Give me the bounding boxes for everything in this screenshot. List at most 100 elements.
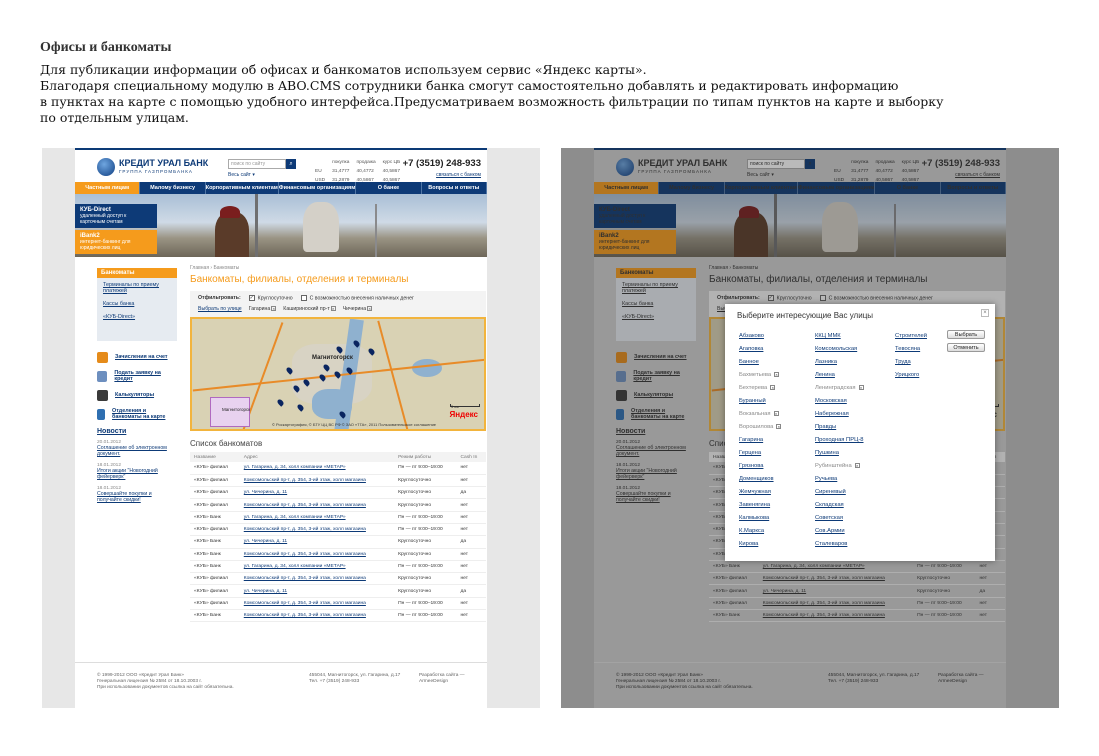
bank-logo[interactable]: КРЕДИТ УРАЛ БАНК ГРУППА ГАЗПРОМБАНКА xyxy=(97,157,217,179)
remove-street-icon[interactable]: × xyxy=(774,372,780,377)
nav-item-small-business[interactable]: Малому бизнесу xyxy=(140,182,206,194)
remove-street-icon[interactable]: × xyxy=(770,385,776,390)
remove-street-icon[interactable]: × xyxy=(773,411,779,416)
checkbox-checked-icon[interactable]: ✓ xyxy=(248,295,255,301)
atm-address[interactable]: Комсомольский пр-т, д. 354, 3-ий этаж, х… xyxy=(239,572,395,586)
street-option[interactable]: Кирова xyxy=(739,538,781,551)
street-option[interactable]: Строителей xyxy=(895,330,927,343)
street-option[interactable]: Ручьева xyxy=(815,473,864,486)
street-option[interactable]: Труда xyxy=(895,356,927,369)
street-option[interactable]: Грязнова xyxy=(739,460,781,473)
map-overview-inset[interactable] xyxy=(210,397,250,427)
street-option[interactable]: Рубинштейна × xyxy=(815,460,864,473)
close-icon[interactable]: × xyxy=(981,309,989,317)
atm-hours: Круглосуточно xyxy=(394,498,457,512)
atm-address[interactable]: Комсомольский пр-т, д. 354, 3-ий этаж, х… xyxy=(239,498,395,512)
footer-developer[interactable]: Разработка сайта — ArmeeDesign xyxy=(419,673,465,685)
atm-address[interactable]: ул. Гагарина, д. 34, холл компании «МЕТА… xyxy=(239,560,395,574)
atm-address[interactable]: Комсомольский пр-т, д. 354, 3-ий этаж, х… xyxy=(239,548,395,561)
atm-address[interactable]: Комсомольский пр-т, д. 354, 3-ий этаж, х… xyxy=(239,523,395,537)
street-option[interactable]: Буранный xyxy=(739,395,781,408)
checkbox-icon[interactable] xyxy=(300,295,307,301)
street-option[interactable]: Завенягина xyxy=(739,499,781,512)
street-option[interactable]: Доменщиков xyxy=(739,473,781,486)
street-option[interactable]: Набережная xyxy=(815,408,864,421)
street-option[interactable]: Бехтерева × xyxy=(739,382,781,395)
promo-kub-direct[interactable]: КУБ-Direct удаленный доступ к карточным … xyxy=(75,204,157,228)
street-option[interactable]: Пушкина xyxy=(815,447,864,460)
street-option[interactable]: Сталеваров xyxy=(815,538,864,551)
street-option[interactable]: Агаповка xyxy=(739,343,781,356)
remove-tag-icon[interactable]: × xyxy=(271,306,277,312)
atm-address[interactable]: ул. Чичерина, д. 11 xyxy=(239,486,395,500)
street-option[interactable]: Комсомольская xyxy=(815,343,864,356)
street-option[interactable]: Жемчужная xyxy=(739,486,781,499)
street-option[interactable]: Складская xyxy=(815,499,864,512)
atm-address[interactable]: Комсомольский пр-т, д. 354, 3-ий этаж, х… xyxy=(239,609,395,623)
street-option[interactable]: Ленинградская × xyxy=(815,382,864,395)
street-option[interactable]: Проходная ПРЦ-8 xyxy=(815,434,864,447)
street-option[interactable]: Абзаково xyxy=(739,330,781,343)
street-option[interactable]: Сиреневый xyxy=(815,486,864,499)
filter-cash-in[interactable]: С возможностью внесения наличных денег xyxy=(300,295,414,301)
street-option[interactable]: Ворошилова × xyxy=(739,421,782,434)
quick-link-credit[interactable]: Подать заявку на кредит xyxy=(97,368,177,384)
atm-address[interactable]: ул. Гагарина, д. 34, холл компании «МЕТА… xyxy=(239,462,395,475)
promo-ibank[interactable]: iBank2 интернет-банкинг для юридических … xyxy=(75,230,157,254)
remove-street-icon[interactable]: × xyxy=(776,424,782,429)
street-option[interactable]: Правды xyxy=(815,421,864,434)
street-option[interactable]: Калмыкова xyxy=(739,512,781,525)
remove-tag-icon[interactable]: × xyxy=(330,306,336,312)
sidebar-item-cash-desks[interactable]: Кассы банка xyxy=(103,301,171,307)
search-scope-select[interactable]: Весь сайт ▾ xyxy=(228,172,255,178)
street-option[interactable]: Вокзальная × xyxy=(739,408,781,421)
nav-item-corporate[interactable]: Корпоративным клиентам xyxy=(206,182,279,194)
filter-24h[interactable]: ✓ Круглосуточно xyxy=(248,295,293,301)
atm-pin-icon[interactable] xyxy=(296,403,305,412)
yandex-map[interactable]: Магнитогорск Магнитогорск 3 км Яндекс © … xyxy=(190,317,486,431)
search-input[interactable]: поиск по сайту xyxy=(228,159,286,169)
street-option-label: Бехтерева xyxy=(739,385,768,391)
cancel-button[interactable]: Отменить xyxy=(947,343,985,352)
street-option[interactable]: Тевосяна xyxy=(895,343,927,356)
street-option[interactable]: Герцена xyxy=(739,447,781,460)
quick-link-deposit[interactable]: Зачисления на счет xyxy=(97,349,177,365)
atm-address[interactable]: ул. Гагарина, д. 34, холл компании «МЕТА… xyxy=(239,511,395,524)
nav-item-private[interactable]: Частным лицам xyxy=(75,182,141,194)
atm-pin-icon[interactable] xyxy=(276,398,285,407)
sidebar-title[interactable]: Банкоматы xyxy=(97,268,177,278)
street-option[interactable]: Бахметьева × xyxy=(739,369,781,382)
street-option[interactable]: Советская xyxy=(815,512,864,525)
news-link[interactable]: Совершайте покупки и получайте скидки! xyxy=(97,491,177,503)
remove-street-icon[interactable]: × xyxy=(854,463,860,468)
street-option[interactable]: ККЦ ММК xyxy=(815,330,864,343)
street-option[interactable]: К.Маркса xyxy=(739,525,781,538)
atm-address[interactable]: ул. Чичерина, д. 11 xyxy=(239,535,395,549)
street-option[interactable]: Ленина xyxy=(815,369,864,382)
street-option[interactable]: Банное xyxy=(739,356,781,369)
quick-link-calculators[interactable]: Калькуляторы xyxy=(97,387,177,403)
atm-address[interactable]: Комсомольский пр-т, д. 354, 3-ий этаж, х… xyxy=(239,474,395,488)
street-option[interactable]: Урицкого xyxy=(895,369,927,382)
street-option[interactable]: Лазника xyxy=(815,356,864,369)
street-option[interactable]: Московская xyxy=(815,395,864,408)
select-button[interactable]: Выбрать xyxy=(947,330,985,339)
news-link[interactable]: Соглашение об электронном документ. xyxy=(97,445,177,457)
news-link[interactable]: Итоги акции "Новогодний фейерверк" xyxy=(97,468,177,480)
sidebar-item-kub-direct[interactable]: «КУБ-Direct» xyxy=(103,314,171,320)
nav-item-faq[interactable]: Вопросы и ответы xyxy=(422,182,487,194)
street-option[interactable]: Гагарина xyxy=(739,434,781,447)
contact-link[interactable]: связаться с банком xyxy=(436,172,481,178)
search-icon[interactable]: ⌕ xyxy=(286,159,296,169)
atm-address[interactable]: ул. Чичерина, д. 11 xyxy=(239,584,395,598)
quick-link-map[interactable]: Отделения и банкоматы на карте xyxy=(97,406,177,422)
breadcrumb[interactable]: Главная › Банкоматы xyxy=(190,265,486,271)
atm-cash-in: нет xyxy=(456,523,486,537)
remove-tag-icon[interactable]: × xyxy=(367,306,373,312)
select-street-link[interactable]: Выбрать по улице xyxy=(198,306,242,312)
news-heading[interactable]: Новости xyxy=(97,428,177,435)
sidebar-item-terminals[interactable]: Терминалы по приему платежей xyxy=(103,282,171,294)
street-option[interactable]: Сов.Армии xyxy=(815,525,864,538)
remove-street-icon[interactable]: × xyxy=(858,385,864,390)
atm-address[interactable]: Комсомольский пр-т, д. 354, 3-ий этаж, х… xyxy=(239,597,395,611)
